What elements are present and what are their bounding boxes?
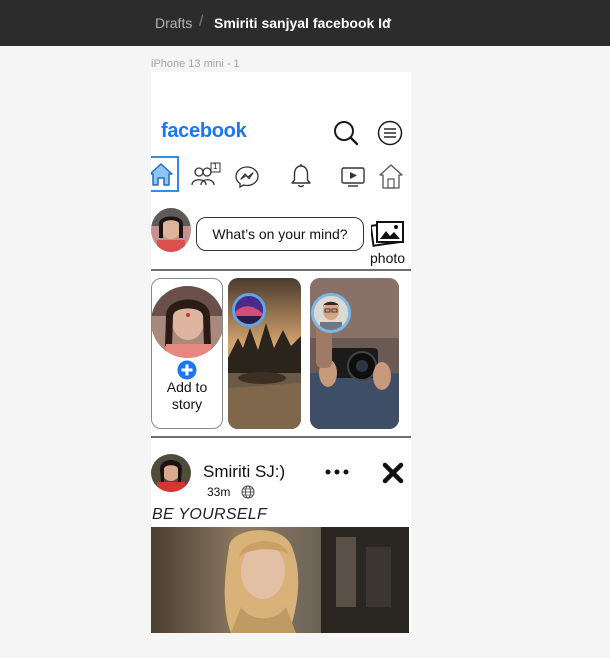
add-story-card[interactable]: Add to story <box>151 278 223 429</box>
story-author-photo <box>314 296 348 330</box>
phone-frame: facebook 1 What’s on your mind? photo Ad… <box>151 72 411 633</box>
story-author-avatar <box>232 293 266 327</box>
marketplace-icon[interactable] <box>378 162 404 190</box>
tab-friends[interactable]: 1 <box>191 162 221 188</box>
story-card[interactable] <box>310 278 399 429</box>
story-author-avatar <box>311 293 351 333</box>
add-story-photo <box>152 286 222 358</box>
breadcrumb-separator: / <box>199 13 204 30</box>
plus-icon[interactable] <box>177 360 197 380</box>
video-icon[interactable] <box>340 166 366 188</box>
messenger-icon[interactable] <box>234 165 260 189</box>
facebook-logo: facebook <box>161 120 247 142</box>
divider <box>151 436 411 438</box>
divider <box>151 269 411 271</box>
friends-badge: 1 <box>213 162 218 171</box>
editor-top-bar: Drafts / Smiriti sanjyal facebook Id <box>0 0 610 46</box>
menu-icon[interactable] <box>377 120 403 146</box>
globe-icon <box>241 485 255 499</box>
tab-home[interactable] <box>151 156 179 192</box>
story-card[interactable] <box>228 278 301 429</box>
breadcrumb-drafts[interactable]: Drafts <box>155 15 192 31</box>
more-options-icon[interactable] <box>325 468 349 476</box>
story-author-photo <box>235 296 263 324</box>
home-icon <box>151 163 173 186</box>
profile-avatar[interactable] <box>151 208 191 252</box>
post-author-name[interactable]: Smiriti SJ:) <box>203 462 285 482</box>
add-story-label-line2: story <box>171 396 203 412</box>
post-caption: BE YOURSELF <box>152 506 268 523</box>
post-photo <box>151 527 409 633</box>
chevron-down-icon[interactable] <box>383 16 393 26</box>
add-story-avatar <box>152 286 222 358</box>
status-composer-input[interactable]: What’s on your mind? <box>196 217 364 251</box>
photo-label[interactable]: photo <box>370 250 405 266</box>
add-story-label-line1: Add to <box>166 379 208 395</box>
frame-label: iPhone 13 mini - 1 <box>151 58 240 70</box>
search-icon[interactable] <box>333 120 359 146</box>
bell-icon[interactable] <box>290 163 312 189</box>
breadcrumb-file-name[interactable]: Smiriti sanjyal facebook Id <box>214 15 391 31</box>
photo-icon[interactable] <box>371 219 405 247</box>
post-author-photo <box>151 454 191 492</box>
post-time: 33m <box>207 485 231 499</box>
profile-photo <box>151 208 191 252</box>
add-story-label: Add to story <box>152 379 222 413</box>
close-icon[interactable] <box>382 462 404 484</box>
post-image[interactable] <box>151 527 409 633</box>
post-author-avatar[interactable] <box>151 454 191 492</box>
